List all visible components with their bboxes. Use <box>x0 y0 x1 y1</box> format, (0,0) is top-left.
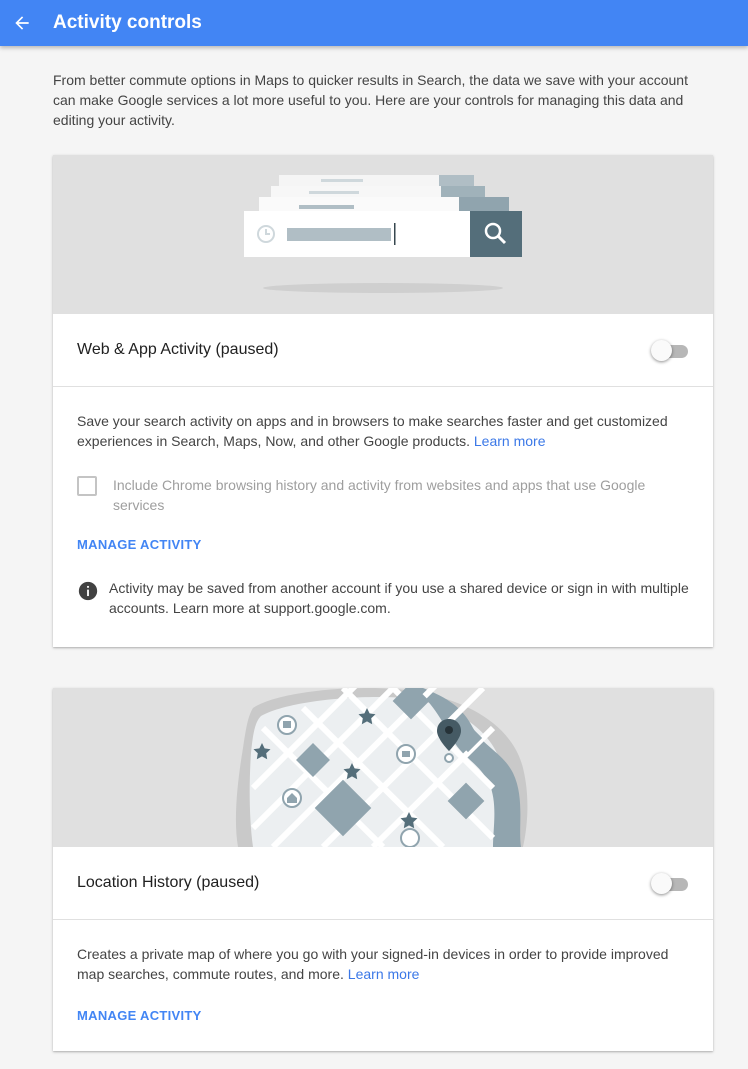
web-app-activity-title: Web & App Activity (paused) <box>77 341 279 358</box>
manage-activity-button[interactable]: MANAGE ACTIVITY <box>77 537 202 552</box>
search-illustration <box>53 155 713 314</box>
web-app-activity-header: Web & App Activity (paused) <box>53 314 713 387</box>
web-app-activity-toggle[interactable] <box>651 340 689 361</box>
chrome-history-checkbox[interactable] <box>77 476 97 496</box>
map-illustration <box>53 688 713 847</box>
web-app-activity-card: Web & App Activity (paused) Save your se… <box>53 155 713 647</box>
shared-device-info: Activity may be saved from another accou… <box>77 578 689 618</box>
location-history-toggle[interactable] <box>651 873 689 894</box>
location-history-description: Creates a private map of where you go wi… <box>77 946 669 982</box>
location-learn-more-link[interactable]: Learn more <box>348 966 420 982</box>
info-icon <box>78 581 98 601</box>
back-button[interactable] <box>0 0 44 46</box>
location-history-card: Location History (paused) Creates a priv… <box>53 688 713 1051</box>
location-history-header: Location History (paused) <box>53 847 713 920</box>
location-manage-activity-button[interactable]: MANAGE ACTIVITY <box>77 1008 202 1023</box>
web-app-activity-description: Save your search activity on apps and in… <box>77 413 668 449</box>
page-title: Activity controls <box>53 12 202 33</box>
chrome-history-option: Include Chrome browsing history and acti… <box>77 475 689 515</box>
chrome-history-label: Include Chrome browsing history and acti… <box>113 477 646 513</box>
learn-more-link[interactable]: Learn more <box>474 433 546 449</box>
location-history-title: Location History (paused) <box>77 874 260 891</box>
arrow-back-icon <box>15 16 29 30</box>
intro-text: From better commute options in Maps to q… <box>53 72 688 128</box>
app-bar: Activity controls <box>0 0 748 46</box>
shared-device-info-text: Activity may be saved from another accou… <box>109 580 689 616</box>
